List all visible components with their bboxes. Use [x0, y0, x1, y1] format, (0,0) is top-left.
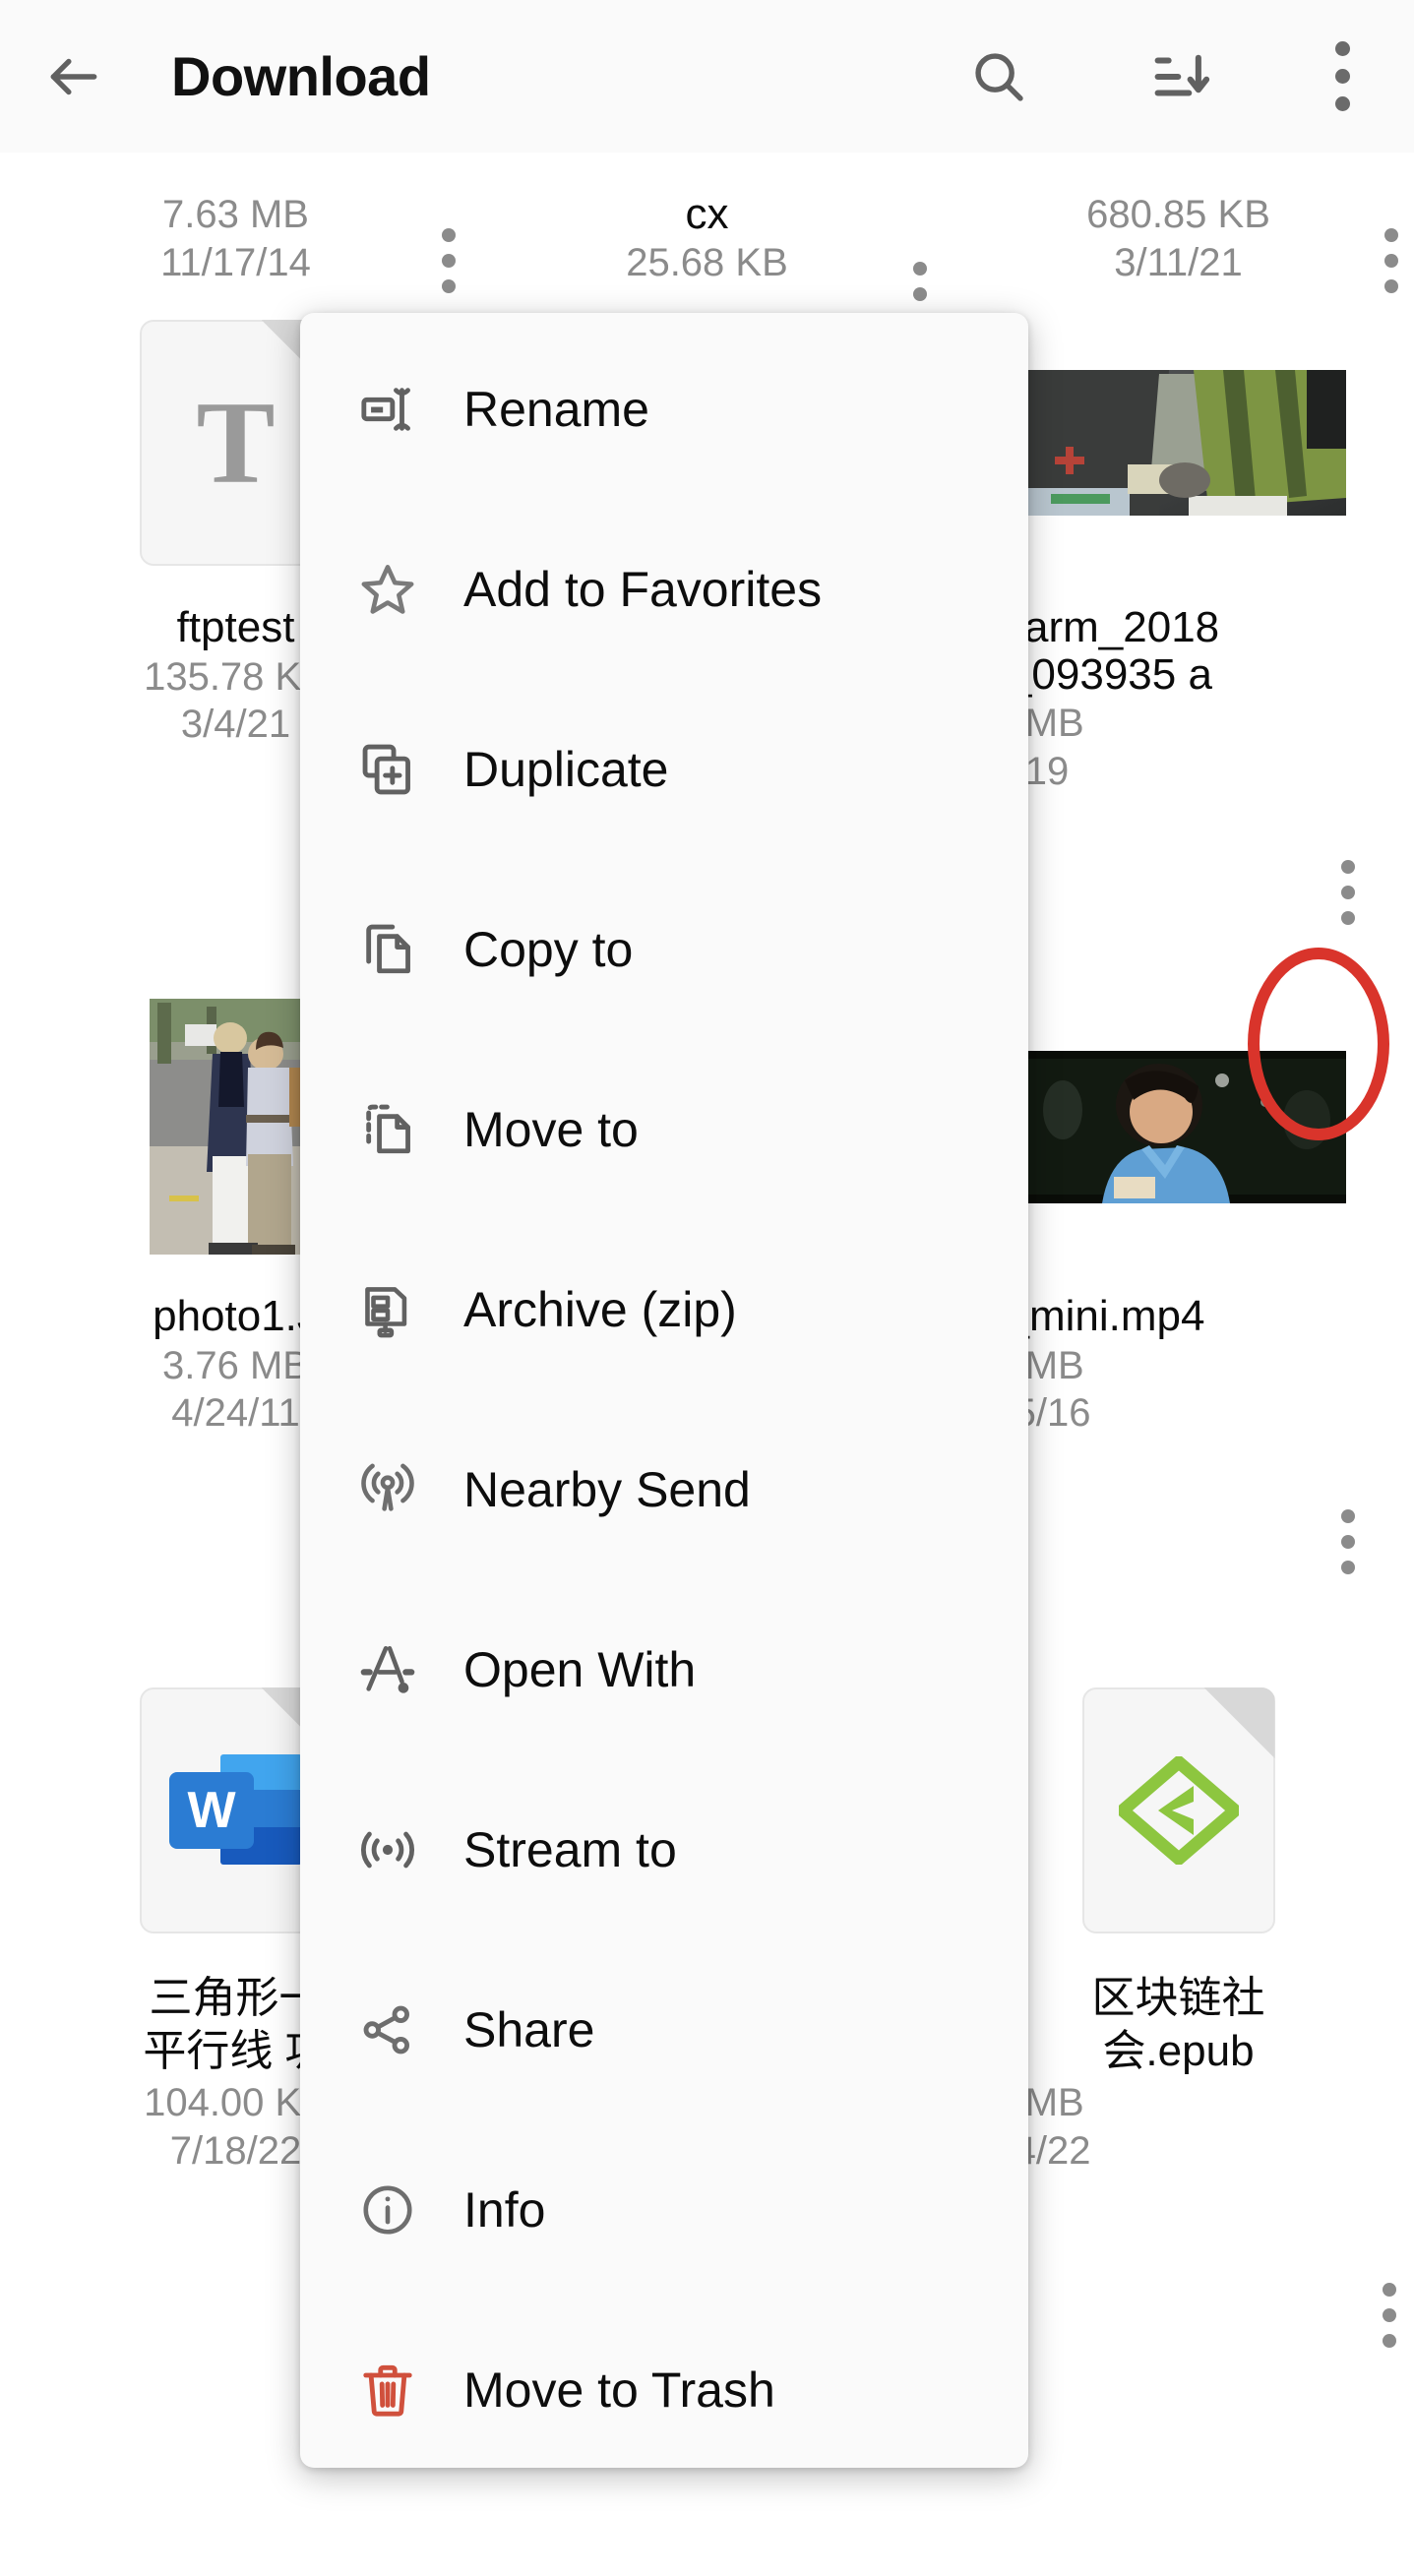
star-icon: [357, 559, 418, 620]
menu-item-open-with[interactable]: Open With: [300, 1579, 1028, 1759]
trash-icon: [357, 2360, 418, 2421]
menu-item-label: Nearby Send: [463, 1461, 751, 1518]
card-overflow-menu-icon[interactable]: [1383, 2283, 1396, 2348]
menu-item-duplicate[interactable]: Duplicate: [300, 679, 1028, 859]
file-thumbnail: [1012, 295, 1346, 590]
file-date: 11/17/14: [160, 241, 311, 285]
back-button[interactable]: [0, 0, 148, 153]
file-card[interactable]: 680.85 KB 3/11/21: [943, 153, 1414, 285]
copy-icon: [357, 919, 418, 980]
menu-item-label: Duplicate: [463, 741, 668, 798]
menu-item-move-to-trash[interactable]: Move to Trash: [300, 2300, 1028, 2468]
card-overflow-menu-icon[interactable]: [1384, 228, 1398, 293]
move-icon: [357, 1099, 418, 1160]
menu-item-label: Rename: [463, 381, 649, 438]
menu-item-label: Move to: [463, 1101, 639, 1158]
menu-item-label: Share: [463, 2001, 594, 2058]
word-logo: W: [169, 1754, 302, 1868]
rename-icon: [357, 379, 418, 440]
menu-item-share[interactable]: Share: [300, 1939, 1028, 2119]
epub-file-icon: [1082, 1687, 1275, 1933]
file-date: 3/4/21: [181, 703, 290, 747]
menu-item-label: Stream to: [463, 1821, 677, 1878]
menu-item-archive-zip[interactable]: Archive (zip): [300, 1219, 1028, 1399]
file-thumbnail: [1012, 1663, 1346, 1958]
share-icon: [357, 1999, 418, 2060]
file-date: 7/18/22: [170, 2129, 301, 2174]
card-overflow-menu-icon[interactable]: [1341, 860, 1355, 925]
epub-logo: [1119, 1756, 1239, 1865]
search-icon: [968, 46, 1029, 107]
sort-button[interactable]: [1089, 0, 1271, 153]
text-file-glyph: T: [196, 375, 275, 511]
photo-thumbnail-image: [1012, 370, 1346, 516]
menu-item-label: Add to Favorites: [463, 561, 822, 618]
info-icon: [357, 2179, 418, 2240]
menu-item-add-to-favorites[interactable]: Add to Favorites: [300, 499, 1028, 679]
file-date: 3/11/21: [1114, 241, 1243, 285]
file-date: 4/24/11: [171, 1391, 300, 1436]
file-grid-row: 7.63 MB 11/17/14 cx 25.68 KB 680.85 KB 3…: [0, 153, 1414, 285]
menu-item-label: Copy to: [463, 921, 633, 978]
menu-item-label: Move to Trash: [463, 2361, 775, 2419]
stream-to-icon: [357, 1819, 418, 1880]
app-bar-actions: [907, 0, 1414, 153]
context-menu[interactable]: Rename Add to Favorites Duplicate: [300, 313, 1028, 2468]
video-thumbnail-image: [1012, 1051, 1346, 1203]
menu-item-label: Info: [463, 2181, 545, 2239]
menu-item-copy-to[interactable]: Copy to: [300, 859, 1028, 1039]
file-card[interactable]: 7.63 MB 11/17/14: [0, 153, 471, 285]
overflow-menu-button[interactable]: [1271, 0, 1414, 153]
photo-thumbnail-image: [150, 999, 323, 1255]
page-title: Download: [171, 44, 431, 108]
search-button[interactable]: [907, 0, 1089, 153]
duplicate-icon: [357, 739, 418, 800]
menu-item-move-to[interactable]: Move to: [300, 1039, 1028, 1219]
overflow-menu-icon: [1335, 41, 1350, 111]
file-size: 25.68 KB: [626, 241, 788, 285]
menu-item-stream-to[interactable]: Stream to: [300, 1759, 1028, 1939]
menu-item-label: Open With: [463, 1641, 696, 1698]
nearby-send-icon: [357, 1459, 418, 1520]
archive-icon: [357, 1279, 418, 1340]
menu-item-nearby-send[interactable]: Nearby Send: [300, 1399, 1028, 1579]
card-overflow-menu-icon[interactable]: [442, 228, 456, 293]
file-size: 7.63 MB: [162, 193, 309, 237]
app-bar: Download: [0, 0, 1414, 153]
file-thumbnail: [1012, 974, 1346, 1279]
open-with-icon: [357, 1639, 418, 1700]
menu-item-label: Archive (zip): [463, 1281, 737, 1338]
file-size: 3.76 MB: [162, 1344, 309, 1388]
file-size: 680.85 KB: [1086, 193, 1270, 237]
card-overflow-menu-icon[interactable]: [1341, 1509, 1355, 1574]
sort-descending-icon: [1148, 44, 1213, 109]
arrow-left-icon: [43, 46, 104, 107]
file-name: cx: [478, 191, 936, 238]
menu-item-rename[interactable]: Rename: [300, 319, 1028, 499]
file-card[interactable]: cx 25.68 KB: [471, 153, 943, 285]
menu-item-info[interactable]: Info: [300, 2119, 1028, 2300]
